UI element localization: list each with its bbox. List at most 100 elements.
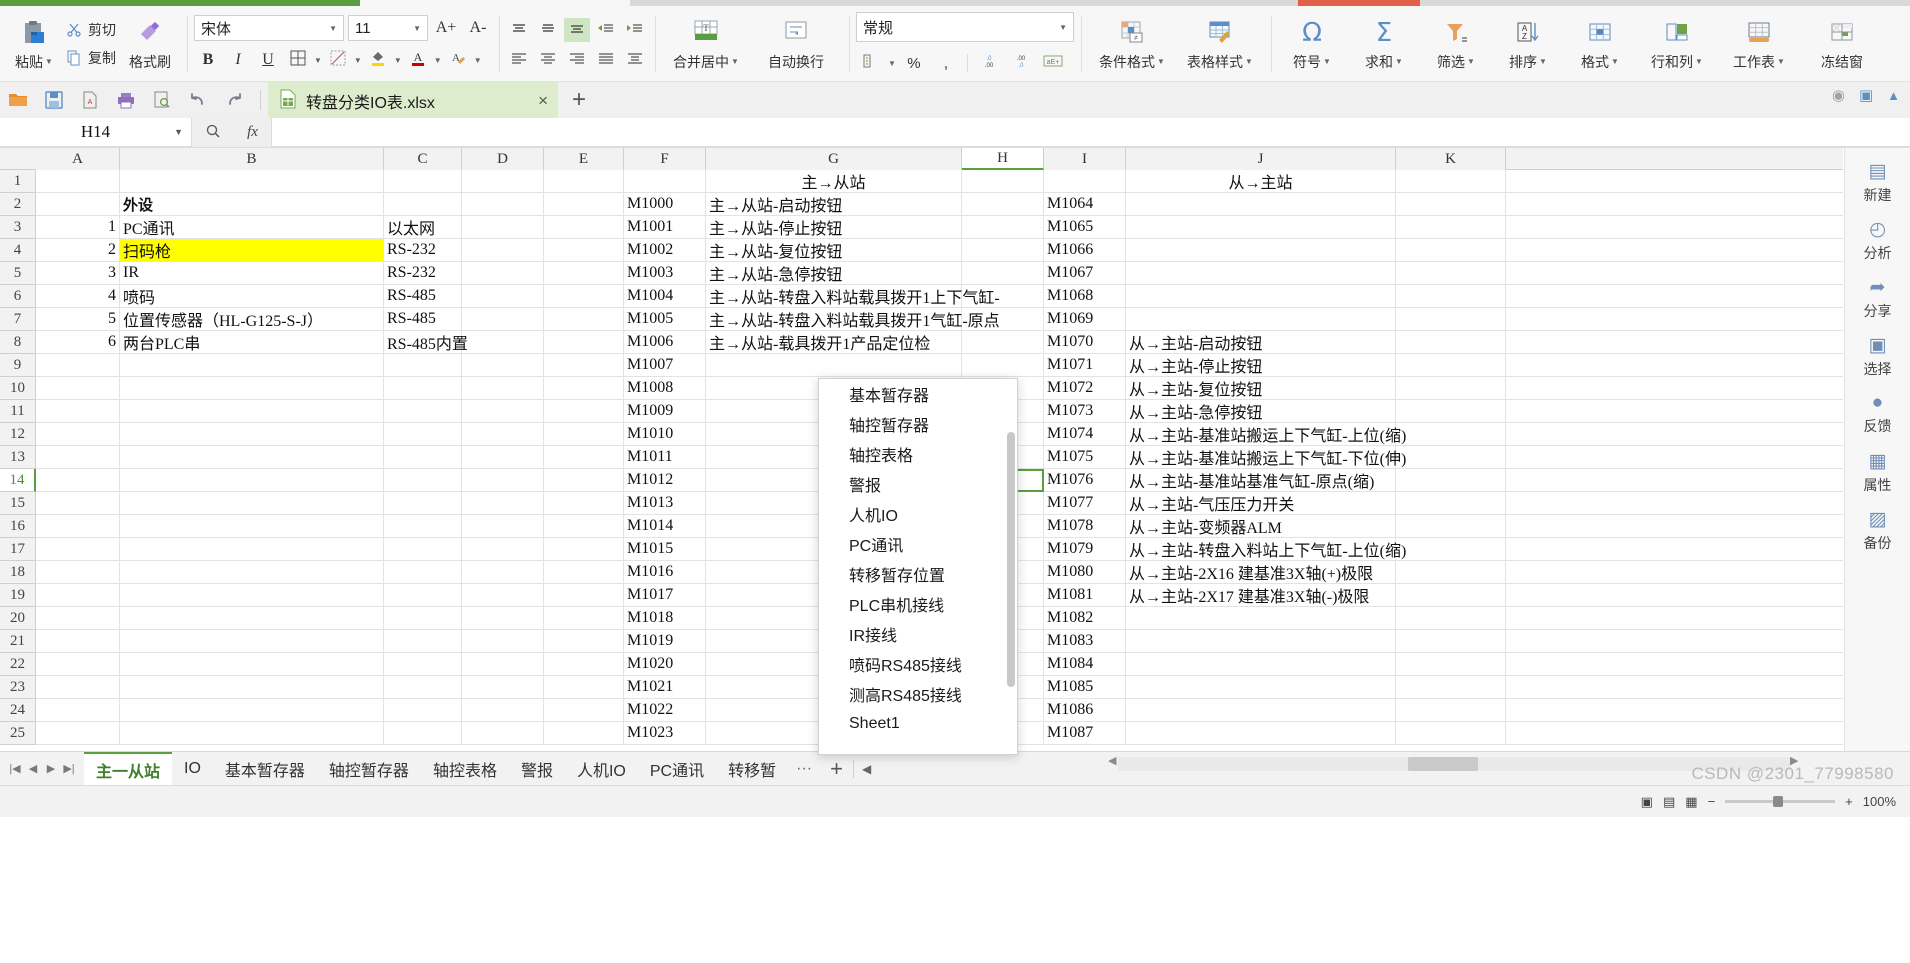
cell-K20[interactable] [1396, 607, 1506, 629]
cell-C13[interactable] [384, 446, 462, 468]
cell-D24[interactable] [462, 699, 544, 721]
cell-D18[interactable] [462, 561, 544, 583]
cell-I9[interactable]: M1071 [1044, 354, 1126, 376]
increase-indent-button[interactable] [622, 18, 648, 42]
undo-icon[interactable] [186, 89, 210, 111]
right-panel-item-分享[interactable]: ➦ 分享 [1847, 270, 1909, 326]
row-header-2[interactable]: 2 [0, 193, 36, 216]
cell-C19[interactable] [384, 584, 462, 606]
cell-D17[interactable] [462, 538, 544, 560]
cloud-sync-icon[interactable]: ◉ [1832, 86, 1845, 104]
cell-A21[interactable] [36, 630, 120, 652]
cell-D2[interactable] [462, 193, 544, 215]
cell-J21[interactable] [1126, 630, 1396, 652]
cell-D14[interactable] [462, 469, 544, 491]
cell-D9[interactable] [462, 354, 544, 376]
column-header-J[interactable]: J [1126, 148, 1396, 170]
worksheet-button[interactable]: 工作表 ▼ [1720, 10, 1798, 78]
cell-J14[interactable]: 从→主站-基准站基准气缸-原点(缩) [1126, 469, 1396, 491]
cell-B15[interactable] [120, 492, 384, 514]
right-panel-item-选择[interactable]: ▣ 选择 [1847, 328, 1909, 384]
cell-K11[interactable] [1396, 400, 1506, 422]
row-header-1[interactable]: 1 [0, 170, 36, 193]
decrease-indent-button[interactable] [593, 18, 619, 42]
cell-F4[interactable]: M1002 [624, 239, 706, 261]
document-tab[interactable]: 转盘分类IO表.xlsx × [268, 82, 558, 118]
cell-A8[interactable]: 6 [36, 331, 120, 353]
align-left-button[interactable] [506, 47, 532, 71]
cell-J9[interactable]: 从→主站-停止按钮 [1126, 354, 1396, 376]
cell-B20[interactable] [120, 607, 384, 629]
sheet-popup-item[interactable]: PLC串机接线 [819, 589, 1017, 619]
align-middle-button[interactable] [535, 18, 561, 42]
cell-I21[interactable]: M1083 [1044, 630, 1126, 652]
cell-C3[interactable]: 以太网 [384, 216, 462, 238]
search-icon[interactable] [205, 123, 221, 143]
cell-E9[interactable] [544, 354, 624, 376]
cell-J2[interactable] [1126, 193, 1396, 215]
cell-J20[interactable] [1126, 607, 1396, 629]
export-pdf-icon[interactable]: A [78, 89, 102, 111]
cell-C16[interactable] [384, 515, 462, 537]
column-header-I[interactable]: I [1044, 148, 1126, 170]
cell-I7[interactable]: M1069 [1044, 308, 1126, 330]
cell-A18[interactable] [36, 561, 120, 583]
cell-I4[interactable]: M1066 [1044, 239, 1126, 261]
cell-D4[interactable] [462, 239, 544, 261]
row-header-10[interactable]: 10 [0, 377, 36, 400]
cell-A24[interactable] [36, 699, 120, 721]
cell-B11[interactable] [120, 400, 384, 422]
clear-format-chevron-icon[interactable]: ▼ [474, 56, 482, 65]
cell-K7[interactable] [1396, 308, 1506, 330]
cell-I25[interactable]: M1087 [1044, 722, 1126, 744]
cell-I3[interactable]: M1065 [1044, 216, 1126, 238]
cell-I6[interactable]: M1068 [1044, 285, 1126, 307]
add-sheet-button[interactable]: + [820, 756, 853, 782]
cell-B13[interactable] [120, 446, 384, 468]
format-button[interactable]: 格式 ▼ [1566, 10, 1634, 78]
row-header-25[interactable]: 25 [0, 722, 36, 745]
cell-E8[interactable] [544, 331, 624, 353]
cell-I5[interactable]: M1067 [1044, 262, 1126, 284]
cell-C22[interactable] [384, 653, 462, 675]
row-header-16[interactable]: 16 [0, 515, 36, 538]
sheet-popup-item[interactable]: 警报 [819, 469, 1017, 499]
cell-C10[interactable] [384, 377, 462, 399]
cell-E19[interactable] [544, 584, 624, 606]
cell-G1[interactable]: 主→从站 [706, 170, 962, 192]
cell-A10[interactable] [36, 377, 120, 399]
cell-K3[interactable] [1396, 216, 1506, 238]
italic-button[interactable]: I [224, 47, 252, 73]
right-panel-item-备份[interactable]: ▨ 备份 [1847, 502, 1909, 558]
cell-J6[interactable] [1126, 285, 1396, 307]
cell-I16[interactable]: M1078 [1044, 515, 1126, 537]
cell-I1[interactable] [1044, 170, 1126, 192]
sheet-tab[interactable]: 基本暂存器 [213, 752, 317, 786]
cell-K19[interactable] [1396, 584, 1506, 606]
borders-chevron-icon[interactable]: ▼ [314, 56, 322, 65]
cell-B12[interactable] [120, 423, 384, 445]
row-header-9[interactable]: 9 [0, 354, 36, 377]
cell-J24[interactable] [1126, 699, 1396, 721]
cell-J4[interactable] [1126, 239, 1396, 261]
cell-J22[interactable] [1126, 653, 1396, 675]
cell-K13[interactable] [1396, 446, 1506, 468]
next-sheet-icon[interactable]: ▶ [44, 762, 58, 775]
cell-C18[interactable] [384, 561, 462, 583]
font-color-button[interactable]: A [404, 47, 432, 73]
cell-K8[interactable] [1396, 331, 1506, 353]
cell-J15[interactable]: 从→主站-气压压力开关 [1126, 492, 1396, 514]
sheet-tab[interactable]: IO [172, 752, 213, 786]
cell-E5[interactable] [544, 262, 624, 284]
cell-F15[interactable]: M1013 [624, 492, 706, 514]
sheet-tabs-more-button[interactable]: ··· [788, 760, 820, 778]
format-painter-button[interactable]: 格式刷 [120, 10, 180, 78]
cell-J10[interactable]: 从→主站-复位按钮 [1126, 377, 1396, 399]
fx-icon[interactable]: fx [247, 124, 258, 141]
cell-E14[interactable] [544, 469, 624, 491]
cell-F19[interactable]: M1017 [624, 584, 706, 606]
decrease-font-size-button[interactable]: A- [464, 15, 492, 41]
cell-J17[interactable]: 从→主站-转盘入料站上下气缸-上位(缩) [1126, 538, 1406, 560]
column-header-K[interactable]: K [1396, 148, 1506, 170]
sheet-popup-item[interactable]: 人机IO [819, 499, 1017, 529]
